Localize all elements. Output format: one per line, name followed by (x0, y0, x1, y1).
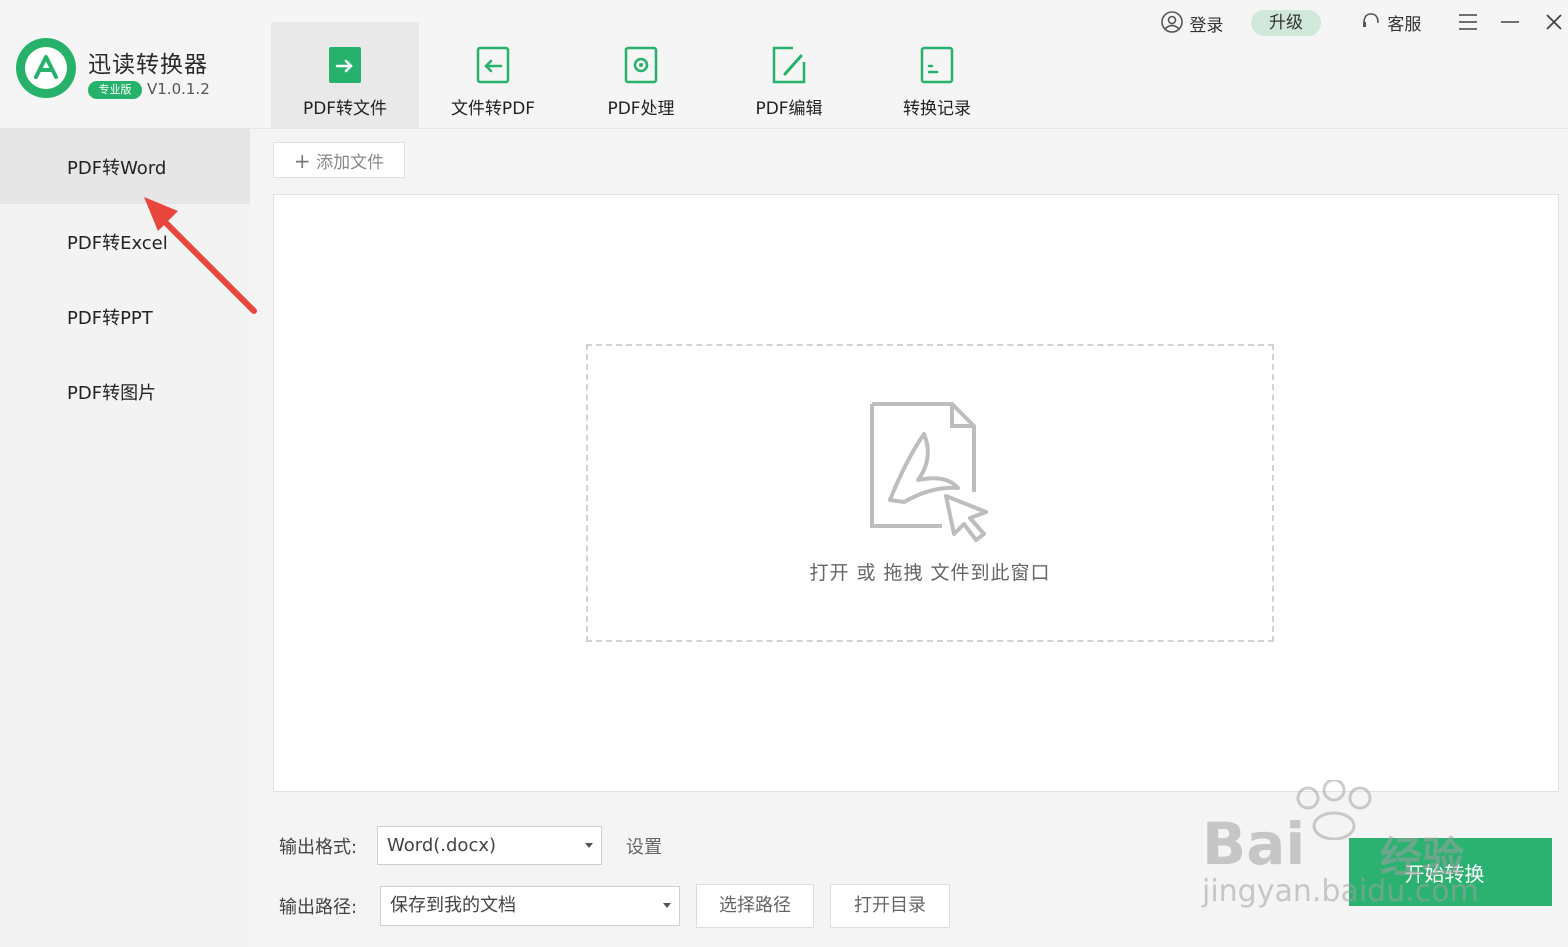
choose-path-button[interactable]: 选择路径 (696, 884, 814, 928)
pdf-file-drop-icon (870, 402, 988, 542)
output-path-value: 保存到我的文档 (390, 895, 516, 916)
add-file-label: 添加文件 (316, 153, 385, 173)
app-version: V1.0.1.2 (147, 80, 210, 98)
start-convert-label: 开始转换 (1404, 862, 1485, 886)
pdf-edit-icon (771, 46, 807, 84)
chevron-down-icon (663, 903, 671, 908)
edition-badge: 专业版 (88, 81, 142, 99)
pdf-process-icon (623, 46, 659, 84)
plus-icon: + (293, 149, 311, 173)
user-icon (1160, 10, 1184, 42)
menu-icon[interactable] (1454, 8, 1482, 36)
sidebar-item-pdf-to-image[interactable]: PDF转图片 (0, 354, 250, 429)
tab-label: PDF处理 (607, 99, 675, 119)
watermark-brand: Bai (1202, 810, 1306, 878)
file-to-pdf-icon (475, 46, 511, 84)
app-title: 迅读转换器 (88, 52, 208, 78)
tab-pdf-to-file[interactable]: PDF转文件 (271, 22, 419, 128)
output-path-label: 输出路径: (279, 897, 358, 918)
annotation-arrow (144, 197, 257, 314)
tab-pdf-edit[interactable]: PDF编辑 (715, 22, 863, 128)
add-file-button[interactable]: + 添加文件 (273, 142, 405, 178)
tab-history[interactable]: 转换记录 (863, 22, 1011, 128)
settings-link[interactable]: 设置 (626, 833, 662, 859)
output-format-label: 输出格式: (279, 837, 358, 858)
tab-label: PDF转文件 (302, 99, 388, 119)
drop-hint: 打开 或 拖拽 文件到此窗口 (809, 562, 1051, 584)
output-path-select[interactable]: 保存到我的文档 (380, 886, 680, 926)
tab-label: 转换记录 (903, 99, 971, 119)
login-button[interactable]: 登录 (1160, 10, 1223, 36)
history-icon (919, 46, 955, 84)
sidebar-item-label: PDF转图片 (67, 383, 157, 404)
open-directory-button[interactable]: 打开目录 (830, 884, 950, 928)
output-format-select[interactable]: Word(.docx) (377, 826, 602, 865)
tab-pdf-process[interactable]: PDF处理 (567, 22, 715, 128)
tab-file-to-pdf[interactable]: 文件转PDF (419, 22, 567, 128)
minimize-icon[interactable] (1496, 8, 1524, 36)
support-label: 客服 (1387, 15, 1422, 35)
sidebar-item-label: PDF转Word (67, 158, 167, 179)
start-convert-button[interactable]: 开始转换 (1349, 838, 1552, 906)
login-label: 登录 (1189, 16, 1224, 36)
chevron-down-icon (585, 843, 593, 848)
close-icon[interactable] (1540, 8, 1568, 36)
output-format-value: Word(.docx) (387, 835, 497, 856)
tab-label: PDF编辑 (755, 99, 823, 119)
headset-icon (1360, 10, 1382, 40)
upgrade-button[interactable]: 升级 (1251, 10, 1321, 36)
app-logo-icon (16, 38, 76, 98)
pdf-to-file-icon (327, 46, 363, 84)
support-button[interactable]: 客服 (1360, 10, 1421, 36)
tab-label: 文件转PDF (450, 99, 536, 119)
